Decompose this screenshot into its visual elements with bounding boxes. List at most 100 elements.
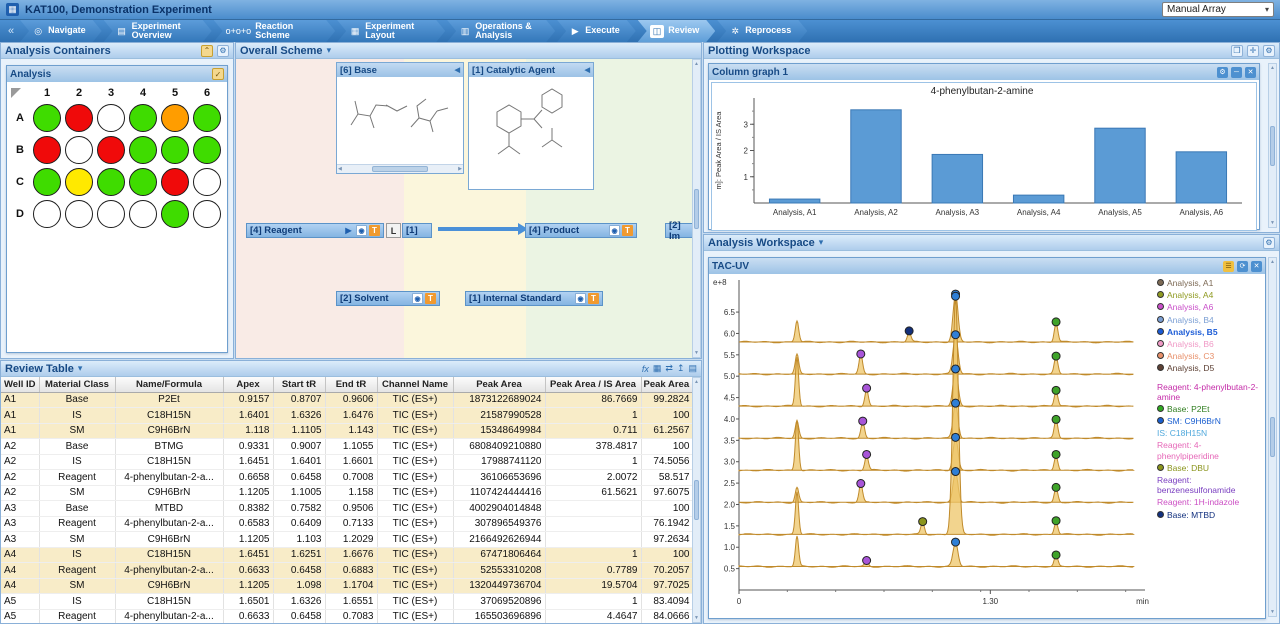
bar-analysis-a5[interactable]: [1095, 128, 1145, 203]
well-B5[interactable]: [161, 136, 189, 164]
close-icon[interactable]: ✕: [1245, 67, 1256, 78]
scrollbar-thumb[interactable]: [694, 480, 699, 520]
nav-tab-experiment-layout[interactable]: ▦Experiment Layout: [337, 20, 445, 42]
well-C2[interactable]: [65, 168, 93, 196]
well-B1[interactable]: [33, 136, 61, 164]
trace-analysis-a1[interactable]: [739, 294, 1133, 343]
well-A6[interactable]: [193, 104, 221, 132]
tile-windows-icon[interactable]: ❐: [1231, 45, 1243, 57]
column-header-peak-area[interactable]: Peak Area: [453, 377, 545, 392]
minimize-icon[interactable]: ─: [1231, 67, 1242, 78]
well-B6[interactable]: [193, 136, 221, 164]
legend-item-sm-c9h6brn[interactable]: SM: C9H6BrN: [1157, 416, 1263, 426]
peak-marker-analysis-a4[interactable]: [952, 331, 960, 339]
add-graph-icon[interactable]: ✛: [1247, 45, 1259, 57]
column-header-start-tr[interactable]: Start tR: [273, 377, 325, 392]
well-C1[interactable]: [33, 168, 61, 196]
peak-marker-analysis-c3[interactable]: [952, 292, 960, 300]
legend-item-reagent-1h-indazole[interactable]: Reagent: 1H-indazole: [1157, 497, 1263, 507]
peak-marker-analysis-b5[interactable]: [863, 450, 871, 458]
reagent-bar[interactable]: [4] Reagent ▶ ◉ T: [246, 223, 384, 238]
table-row[interactable]: A3SMC9H6BrN1.12051.1031.2029TIC (ES+)216…: [1, 532, 693, 548]
scroll-up-icon[interactable]: ▲: [694, 61, 699, 67]
well-D1[interactable]: [33, 200, 61, 228]
table-row[interactable]: A5Reagent4-phenylbutan-2-a...0.66330.645…: [1, 609, 693, 623]
bar-analysis-a3[interactable]: [932, 154, 982, 203]
column-header-channel-name[interactable]: Channel Name: [377, 377, 453, 392]
legend-item-analysis-b6[interactable]: Analysis, B6: [1157, 339, 1263, 349]
base-group-box[interactable]: [6] Base◀ ◀▶: [336, 62, 464, 174]
trace-analysis-a6[interactable]: [739, 357, 1133, 407]
caret-down-icon[interactable]: ▾: [78, 363, 83, 374]
well-B4[interactable]: [129, 136, 157, 164]
column-header-apex[interactable]: Apex: [223, 377, 273, 392]
well-C4[interactable]: [129, 168, 157, 196]
well-D2[interactable]: [65, 200, 93, 228]
well-A4[interactable]: [129, 104, 157, 132]
column-header-peak-area[interactable]: Peak Area %: [641, 377, 693, 392]
legend-item-is-c18h15n[interactable]: IS: C18H15N: [1157, 428, 1263, 438]
legend-item-base-p2et[interactable]: Base: P2Et: [1157, 404, 1263, 414]
array-mode-select[interactable]: Manual Array ▾: [1162, 2, 1274, 17]
table-row[interactable]: A1ISC18H15N1.64011.63261.6476TIC (ES+)21…: [1, 408, 693, 424]
catalytic-agent-box[interactable]: [1] Catalytic Agent◀: [468, 62, 594, 190]
scroll-up-icon[interactable]: ▲: [1270, 259, 1275, 265]
refresh-icon[interactable]: ⟳: [1237, 261, 1248, 272]
table-row[interactable]: A2BaseBTMG0.93310.90071.1055TIC (ES+)680…: [1, 439, 693, 455]
peak-marker-analysis-a4[interactable]: [857, 350, 865, 358]
well-C6[interactable]: [193, 168, 221, 196]
legend-item-base-mtbd[interactable]: Base: MTBD: [1157, 510, 1263, 520]
peak-marker-analysis-b6[interactable]: [952, 468, 960, 476]
trace-analysis-d5[interactable]: [739, 536, 1133, 567]
scrollbar-thumb[interactable]: [1270, 417, 1275, 457]
column-header-well-id[interactable]: Well ID: [1, 377, 39, 392]
peak-marker-analysis-a1[interactable]: [905, 327, 913, 335]
scroll-up-icon[interactable]: ▲: [1270, 65, 1275, 71]
peak-marker-analysis-b5[interactable]: [952, 433, 960, 441]
nav-tab-review[interactable]: ◫Review: [638, 20, 716, 42]
legend-item-reagent-4-phenylbutan-2-amine[interactable]: Reagent: 4-phenylbutan-2-amine: [1157, 382, 1263, 402]
scrollbar-thumb[interactable]: [1270, 126, 1275, 166]
nav-tab-reaction-scheme[interactable]: o+o+oReaction Scheme: [214, 20, 336, 42]
scroll-down-icon[interactable]: ▼: [694, 615, 699, 621]
peak-marker-analysis-a4[interactable]: [1052, 352, 1060, 360]
vertical-scrollbar[interactable]: ▲▼: [692, 377, 701, 623]
swap-columns-icon[interactable]: ⇄: [665, 363, 673, 374]
table-row[interactable]: A3BaseMTBD0.83820.75820.9506TIC (ES+)400…: [1, 501, 693, 517]
table-row[interactable]: A1BaseP2Et0.91570.87070.9606TIC (ES+)187…: [1, 392, 693, 408]
legend-item-analysis-b5[interactable]: Analysis, B5: [1157, 327, 1263, 337]
peak-marker-analysis-c3[interactable]: [1052, 517, 1060, 525]
nav-tab-execute[interactable]: ▶Execute: [557, 20, 636, 42]
table-row[interactable]: A2SMC9H6BrN1.12051.10051.158TIC (ES+)110…: [1, 485, 693, 501]
well-A3[interactable]: [97, 104, 125, 132]
eye-icon[interactable]: ◉: [412, 293, 423, 304]
export-icon[interactable]: ↥: [677, 363, 685, 374]
scroll-down-icon[interactable]: ▼: [1270, 609, 1275, 615]
well-C5[interactable]: [161, 168, 189, 196]
nav-tab-reprocess[interactable]: ✲Reprocess: [717, 20, 807, 42]
plate-corner-handle[interactable]: [9, 86, 31, 100]
limiting-reagent-toggle[interactable]: L: [386, 223, 401, 238]
table-row[interactable]: A2Reagent4-phenylbutan-2-a...0.66580.645…: [1, 470, 693, 486]
column-header-end-tr[interactable]: End tR: [325, 377, 377, 392]
well-A5[interactable]: [161, 104, 189, 132]
well-D4[interactable]: [129, 200, 157, 228]
eye-icon[interactable]: ◉: [609, 225, 620, 236]
column-header-material-class[interactable]: Material Class: [39, 377, 115, 392]
play-icon[interactable]: ▶: [343, 225, 354, 236]
limiting-count-bar[interactable]: [1]: [402, 223, 432, 238]
gear-icon[interactable]: ⚙: [1263, 45, 1275, 57]
t-label-icon[interactable]: T: [588, 293, 599, 304]
collapse-left-icon[interactable]: ◀: [455, 66, 460, 74]
caret-down-icon[interactable]: ▾: [819, 237, 824, 248]
close-icon[interactable]: ✕: [1251, 261, 1262, 272]
well-B2[interactable]: [65, 136, 93, 164]
table-row[interactable]: A5ISC18H15N1.65011.63261.6551TIC (ES+)37…: [1, 594, 693, 610]
scroll-down-icon[interactable]: ▼: [1270, 220, 1275, 226]
peak-marker-analysis-a6[interactable]: [952, 365, 960, 373]
t-label-icon[interactable]: T: [622, 225, 633, 236]
collapse-up-icon[interactable]: ⌃: [201, 45, 213, 57]
eye-icon[interactable]: ◉: [356, 225, 367, 236]
scrollbar-thumb[interactable]: [372, 166, 428, 172]
internal-standard-bar[interactable]: [1] Internal Standard ◉ T: [465, 291, 603, 306]
